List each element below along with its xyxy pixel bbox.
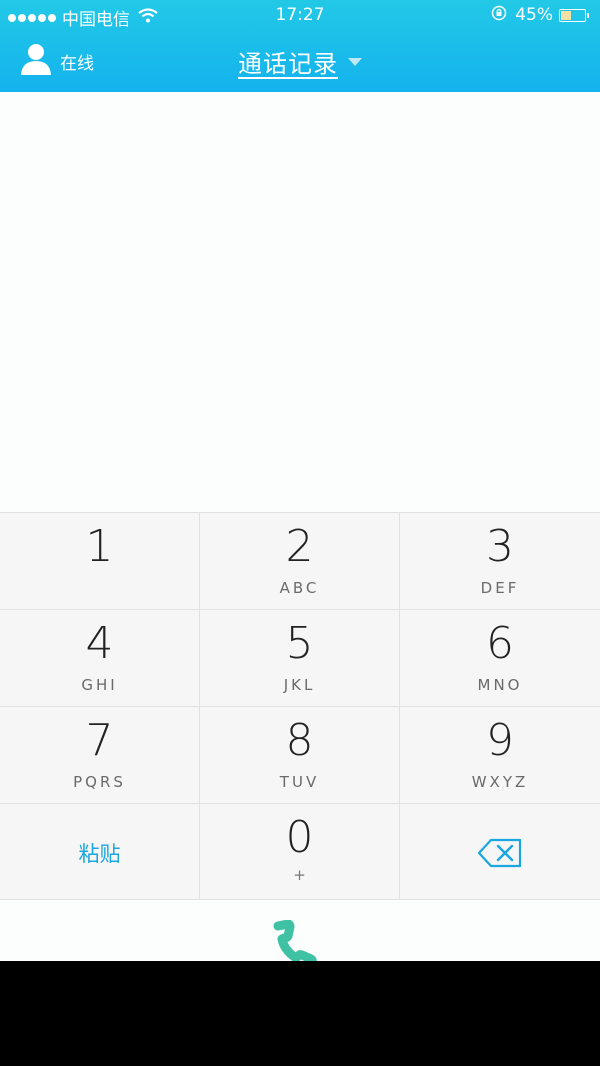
delete-button[interactable] (400, 804, 600, 901)
battery-percent: 45% (515, 5, 553, 25)
status-bar: 中国电信 17:27 45% (0, 0, 600, 32)
key-letters: PQRS (73, 773, 126, 791)
key-digit: 6 (486, 618, 514, 669)
title-dropdown[interactable]: 通话记录 (0, 44, 600, 79)
key-7[interactable]: 7 PQRS (0, 707, 200, 804)
key-digit: 7 (85, 715, 114, 766)
key-8[interactable]: 8 TUV (200, 707, 400, 804)
caret-down-icon (348, 57, 362, 66)
key-digit: 4 (85, 618, 114, 669)
orientation-lock-icon (491, 5, 507, 25)
key-digit: 9 (486, 715, 514, 766)
key-letters: MNO (477, 676, 523, 694)
dial-keypad: 1 2 ABC 3 DEF 4 GHI 5 JKL 6 MNO 7 PQRS 8 TUV 9 WXYZ 粘贴 0 + (0, 512, 600, 901)
key-2[interactable]: 2 ABC (200, 513, 400, 610)
key-letters: + (293, 866, 306, 884)
key-letters: DEF (480, 579, 520, 597)
key-digit: 3 (486, 521, 514, 572)
key-4[interactable]: 4 GHI (0, 610, 200, 707)
key-digit: 2 (285, 521, 314, 572)
key-5[interactable]: 5 JKL (200, 610, 400, 707)
key-9[interactable]: 9 WXYZ (400, 707, 600, 804)
header: 中国电信 17:27 45% 在线 通话记录 (0, 0, 600, 92)
key-letters: JKL (283, 676, 316, 694)
paste-label: 粘贴 (78, 841, 121, 866)
key-letters: ABC (279, 579, 320, 597)
phone-icon (273, 919, 317, 961)
nav-bar: 在线 通话记录 (0, 32, 600, 92)
key-digit: 5 (285, 618, 314, 669)
battery-icon (559, 8, 589, 22)
page-title: 通话记录 (238, 50, 338, 78)
key-6[interactable]: 6 MNO (400, 610, 600, 707)
key-letters: TUV (279, 773, 320, 791)
key-letters: WXYZ (471, 773, 529, 791)
call-area (0, 900, 600, 961)
key-letters: GHI (81, 676, 118, 694)
key-digit: 8 (285, 715, 314, 766)
paste-button[interactable]: 粘贴 (0, 804, 200, 901)
dialer-screen: 中国电信 17:27 45% 在线 通话记录 1 2 ABC 3 DEF 4 G… (0, 0, 600, 961)
key-digit: 1 (85, 521, 114, 572)
status-right: 45% (491, 5, 589, 25)
key-0[interactable]: 0 + (200, 804, 400, 901)
backspace-icon (477, 838, 522, 867)
battery-fill (561, 10, 571, 20)
key-3[interactable]: 3 DEF (400, 513, 600, 610)
key-1[interactable]: 1 (0, 513, 200, 610)
key-digit: 0 (285, 812, 314, 863)
call-button[interactable] (270, 919, 330, 961)
